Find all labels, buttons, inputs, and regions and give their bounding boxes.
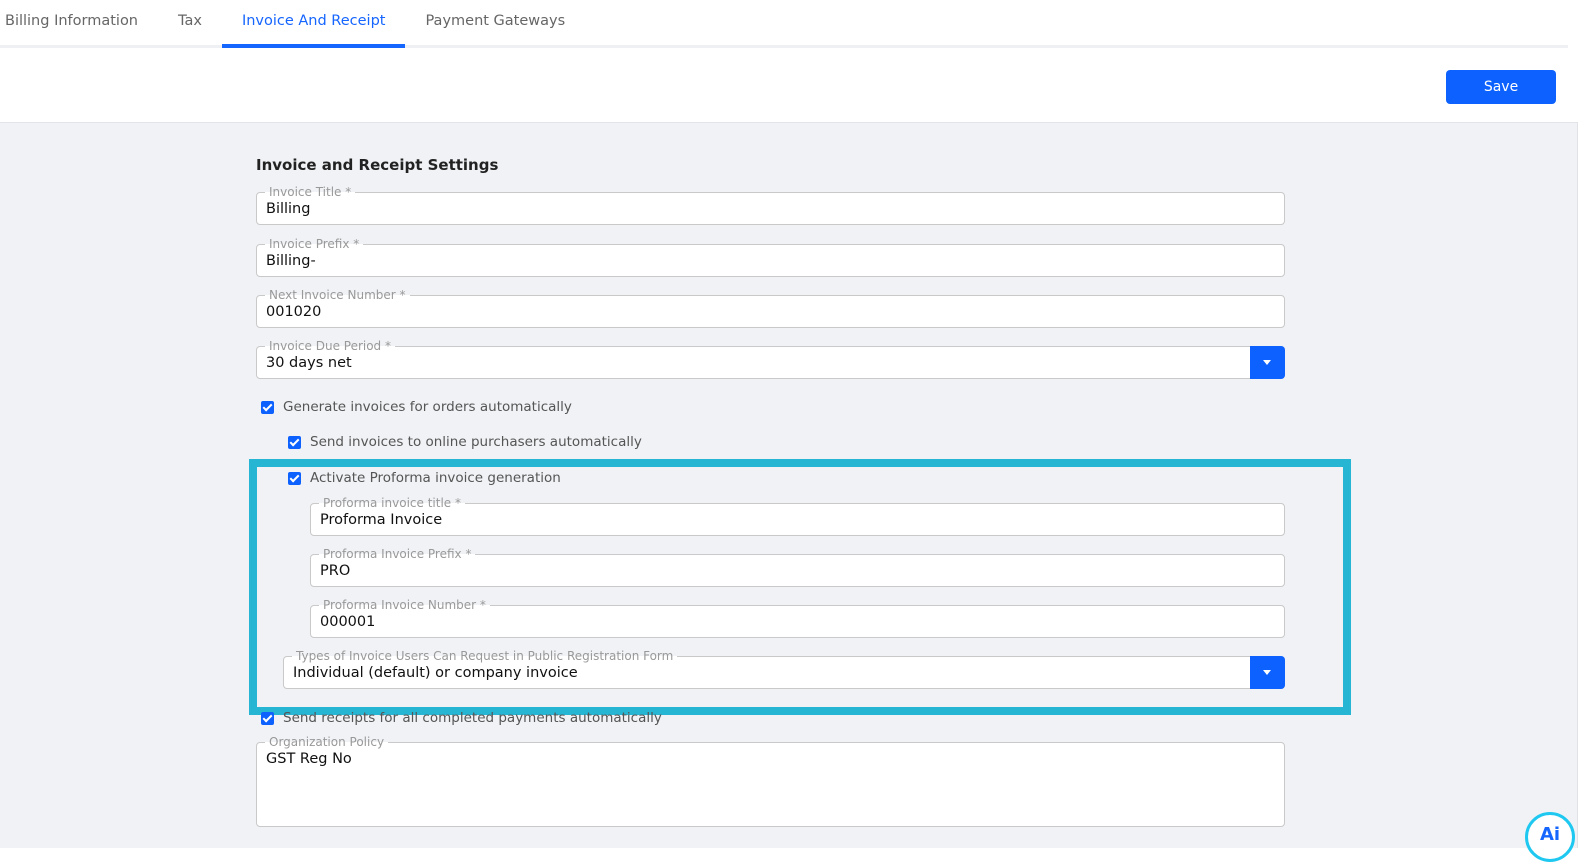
checkbox-checked-icon[interactable] (261, 711, 274, 725)
invoice-prefix-field[interactable]: Invoice Prefix * Billing- (256, 236, 1285, 277)
field-label: Proforma Invoice Prefix * (319, 546, 476, 562)
generate-invoices-checkbox[interactable]: Generate invoices for orders automatical… (261, 399, 572, 415)
checkbox-checked-icon[interactable] (288, 435, 301, 449)
checkbox-label: Send receipts for all completed payments… (283, 710, 662, 726)
proforma-prefix-field[interactable]: Proforma Invoice Prefix * PRO (310, 546, 1285, 587)
chevron-down-icon[interactable] (1250, 656, 1285, 689)
field-label: Organization Policy (265, 734, 389, 750)
ai-assistant-button[interactable]: Ai (1525, 812, 1575, 862)
checkbox-label: Send invoices to online purchasers autom… (310, 434, 642, 450)
field-label: Invoice Due Period * (265, 338, 395, 354)
save-button[interactable]: Save (1446, 70, 1556, 104)
field-label: Proforma Invoice Number * (319, 597, 490, 613)
checkbox-checked-icon[interactable] (261, 400, 274, 414)
field-value: Individual (default) or company invoice (293, 665, 578, 681)
section-title: Invoice and Receipt Settings (256, 156, 499, 174)
field-value: Billing (266, 201, 311, 217)
field-value: GST Reg No (266, 751, 352, 767)
field-value: 000001 (320, 614, 376, 630)
field-value: PRO (320, 563, 351, 579)
send-receipts-checkbox[interactable]: Send receipts for all completed payments… (261, 710, 662, 726)
field-label: Proforma invoice title * (319, 495, 465, 511)
invoice-title-field[interactable]: Invoice Title * Billing (256, 184, 1285, 225)
field-label: Types of Invoice Users Can Request in Pu… (292, 648, 678, 664)
tab-tax[interactable]: Tax (158, 0, 222, 48)
field-value: 001020 (266, 304, 322, 320)
tab-invoice-and-receipt[interactable]: Invoice And Receipt (221, 0, 406, 48)
field-value: 30 days net (266, 355, 352, 371)
tab-billing-information[interactable]: Billing Information (0, 0, 158, 48)
proforma-checkbox[interactable]: Activate Proforma invoice generation (288, 470, 561, 486)
send-invoices-checkbox[interactable]: Send invoices to online purchasers autom… (288, 434, 642, 450)
field-label: Invoice Prefix * (265, 236, 364, 252)
proforma-title-field[interactable]: Proforma invoice title * Proforma Invoice (310, 495, 1285, 536)
invoice-types-select[interactable]: Types of Invoice Users Can Request in Pu… (283, 648, 1285, 689)
organization-policy-textarea[interactable]: Organization Policy GST Reg No (256, 734, 1285, 827)
next-invoice-number-field[interactable]: Next Invoice Number * 001020 (256, 287, 1285, 328)
checkbox-label: Activate Proforma invoice generation (310, 470, 561, 486)
field-label: Invoice Title * (265, 184, 356, 200)
field-value: Proforma Invoice (320, 512, 443, 528)
field-value: Billing- (266, 253, 316, 269)
tab-payment-gateways[interactable]: Payment Gateways (405, 0, 585, 48)
tab-bar: Billing Information Tax Invoice And Rece… (0, 0, 1568, 48)
invoice-due-period-select[interactable]: Invoice Due Period * 30 days net (256, 338, 1285, 379)
checkbox-label: Generate invoices for orders automatical… (283, 399, 572, 415)
proforma-number-field[interactable]: Proforma Invoice Number * 000001 (310, 597, 1285, 638)
checkbox-checked-icon[interactable] (288, 471, 301, 485)
field-label: Next Invoice Number * (265, 287, 410, 303)
chevron-down-icon[interactable] (1250, 346, 1285, 379)
